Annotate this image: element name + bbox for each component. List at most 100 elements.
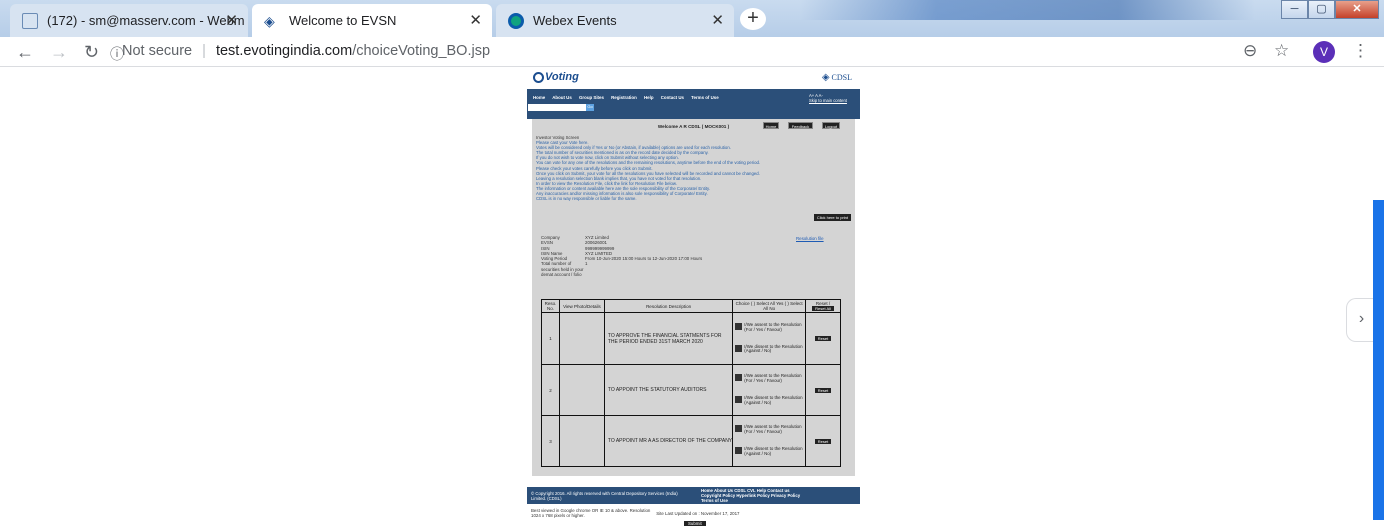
minimize-button[interactable]: ─ bbox=[1281, 0, 1308, 19]
forward-icon[interactable]: → bbox=[50, 42, 68, 63]
reload-icon[interactable]: ↻ bbox=[84, 42, 99, 63]
choice-cell: I/We assent to the Resolution (For / Yes… bbox=[732, 312, 807, 365]
menu-icon[interactable]: ⋮ bbox=[1352, 41, 1369, 61]
col-view: View Photo/Details bbox=[558, 299, 605, 313]
bookmark-star-icon[interactable]: ☆ bbox=[1274, 41, 1289, 61]
info-label: Total number of securities held in your … bbox=[541, 261, 584, 278]
instruction-line: CDSL is in no way responsible or liable … bbox=[536, 196, 637, 202]
nav-right: A+ A A- Skip to main content bbox=[809, 93, 857, 103]
radio-no[interactable] bbox=[735, 344, 743, 352]
tab-title: Webex Events bbox=[533, 13, 617, 28]
reso-no: 2 bbox=[541, 364, 560, 416]
page-content: Voting ◈ CDSL Home About Us Group Sites … bbox=[0, 67, 1384, 529]
option-no[interactable]: I/We dissent to the Resolution (Against … bbox=[735, 395, 803, 406]
radio-no[interactable] bbox=[735, 396, 743, 403]
close-icon[interactable]: ✕ bbox=[469, 11, 482, 29]
site-search-button[interactable]: Go bbox=[586, 104, 594, 111]
nav-contact[interactable]: Contact Us bbox=[661, 95, 684, 100]
option-no[interactable]: I/We dissent to the Resolution (Against … bbox=[735, 343, 803, 355]
skip-link[interactable]: Skip to main content bbox=[809, 98, 857, 103]
tab-evsn[interactable]: ◈ Welcome to EVSN ✕ bbox=[252, 4, 492, 37]
feedback-button[interactable]: Feedback bbox=[788, 122, 813, 129]
nav-registration[interactable]: Registration bbox=[611, 95, 637, 100]
option-no-label: I/We dissent to the Resolution (Against … bbox=[744, 395, 803, 405]
option-no-label: I/We dissent to the Resolution (Against … bbox=[744, 343, 803, 354]
view-cell bbox=[558, 415, 605, 467]
nav-links: Home About Us Group Sites Registration H… bbox=[533, 95, 725, 100]
window-close-button[interactable]: ✕ bbox=[1335, 0, 1379, 19]
radio-yes[interactable] bbox=[735, 374, 743, 382]
radio-yes[interactable] bbox=[735, 322, 743, 330]
table-row: 1 TO APPROVE THE FINANCIAL STATMENTS FOR… bbox=[541, 312, 841, 365]
option-yes-label: I/We assent to the Resolution (For / Yes… bbox=[744, 373, 802, 384]
url-domain: test.evotingindia.com bbox=[215, 43, 353, 59]
cdsl-logo: ◈ CDSL bbox=[821, 72, 852, 83]
footer-links-row[interactable]: Terms of Use bbox=[701, 498, 800, 503]
info-value: 1 bbox=[585, 261, 588, 267]
print-button[interactable]: Click here to print bbox=[813, 214, 851, 221]
nav-about[interactable]: About Us bbox=[552, 95, 572, 100]
new-tab-button[interactable]: + bbox=[740, 8, 766, 30]
side-panel-chevron-icon[interactable]: › bbox=[1346, 298, 1376, 342]
info-row: Total number of securities held in your … bbox=[541, 261, 702, 277]
nav-group-sites[interactable]: Group Sites bbox=[579, 95, 604, 100]
nav-home[interactable]: Home bbox=[533, 95, 545, 100]
last-updated-text: Site Last Updated on : November 17, 2017 bbox=[656, 511, 740, 516]
reset-cell: Reset bbox=[805, 364, 841, 416]
choice-cell: I/We assent to the Resolution (For / Yes… bbox=[732, 364, 807, 416]
resolution-description: TO APPOINT THE STATUTORY AUDITORS bbox=[603, 364, 734, 416]
home-button[interactable]: Home bbox=[763, 122, 779, 129]
choice-cell: I/We assent to the Resolution (For / Yes… bbox=[732, 415, 807, 467]
profile-avatar[interactable]: V bbox=[1313, 41, 1335, 63]
col-choice[interactable]: Choice ( ) Select All Yes ( ) Select All… bbox=[732, 299, 807, 313]
option-yes[interactable]: I/We assent to the Resolution (For / Yes… bbox=[735, 425, 803, 435]
reset-button[interactable]: Reset bbox=[814, 336, 832, 341]
back-icon[interactable]: ← bbox=[16, 42, 34, 63]
url-security: Not secure bbox=[122, 43, 193, 59]
reset-cell: Reset bbox=[805, 415, 841, 467]
company-info: Company XYZ Limited EVSN 200626001 ISIN 999… bbox=[541, 235, 702, 277]
view-cell bbox=[558, 312, 605, 365]
tab-mail[interactable]: (172) - sm@masserv.com - Webm ✕ bbox=[10, 4, 248, 37]
reset-button[interactable]: Reset bbox=[814, 438, 832, 444]
resolution-table: Reso. No. View Photo/Details Resolution … bbox=[541, 299, 841, 467]
close-icon[interactable]: ✕ bbox=[711, 11, 724, 29]
site-search-input[interactable] bbox=[528, 104, 586, 111]
option-no[interactable]: I/We dissent to the Resolution (Against … bbox=[735, 446, 803, 457]
radio-no[interactable] bbox=[735, 447, 743, 454]
site-footer: © Copyright 2016. All rights reserved wi… bbox=[527, 487, 860, 504]
reset-all-button[interactable]: Reset All bbox=[812, 306, 834, 311]
nav-help[interactable]: Help bbox=[644, 95, 654, 100]
close-icon[interactable]: ✕ bbox=[225, 11, 238, 29]
site-header: Voting ◈ CDSL bbox=[527, 67, 860, 89]
table-row: 3 TO APPOINT MR A AS DIRECTOR OF THE COM… bbox=[541, 415, 841, 467]
option-no-label: I/We dissent to the Resolution (Against … bbox=[744, 446, 803, 456]
option-yes[interactable]: I/We assent to the Resolution (For / Yes… bbox=[735, 374, 803, 384]
address-bar-row: ← → ↻ ⓘ Not secure | test.evotingindia.c… bbox=[0, 37, 1384, 67]
reset-button[interactable]: Reset bbox=[814, 387, 832, 393]
option-yes[interactable]: I/We assent to the Resolution (For / Yes… bbox=[735, 322, 803, 333]
evoting-frame: Voting ◈ CDSL Home About Us Group Sites … bbox=[527, 67, 860, 526]
site-bottom-note: Best viewed in Google chrome OR IE 10 & … bbox=[531, 508, 739, 518]
submit-button[interactable]: Submit bbox=[684, 521, 706, 526]
mail-icon bbox=[22, 12, 38, 29]
radio-yes[interactable] bbox=[735, 425, 743, 433]
zoom-icon[interactable]: ⊖ bbox=[1243, 41, 1257, 61]
tab-webex[interactable]: Webex Events ✕ bbox=[496, 4, 734, 37]
maximize-button[interactable]: ▢ bbox=[1308, 0, 1335, 19]
col-reso-no: Reso. No. bbox=[541, 299, 560, 313]
reset-cell: Reset bbox=[805, 312, 841, 365]
best-viewed-text: Best viewed in Google chrome OR IE 10 & … bbox=[531, 508, 651, 518]
cdsl-icon: ◈ bbox=[264, 12, 275, 29]
logout-button[interactable]: Logout bbox=[822, 122, 840, 129]
url-path: /choiceVoting_BO.jsp bbox=[352, 43, 491, 59]
copyright-text: © Copyright 2016. All rights reserved wi… bbox=[531, 491, 678, 501]
evoting-logo: Voting bbox=[533, 71, 579, 83]
scrollbar[interactable] bbox=[1373, 200, 1384, 520]
reso-no: 3 bbox=[541, 415, 560, 467]
resolution-description: TO APPOINT MR A AS DIRECTOR OF THE COMPA… bbox=[603, 415, 734, 467]
resolution-file-link[interactable]: Resolution file bbox=[796, 236, 824, 241]
window-controls: ─ ▢ ✕ bbox=[1281, 0, 1379, 19]
url-field[interactable]: Not secure | test.evotingindia.com/choic… bbox=[122, 43, 490, 59]
nav-terms[interactable]: Terms of Use bbox=[691, 95, 719, 100]
